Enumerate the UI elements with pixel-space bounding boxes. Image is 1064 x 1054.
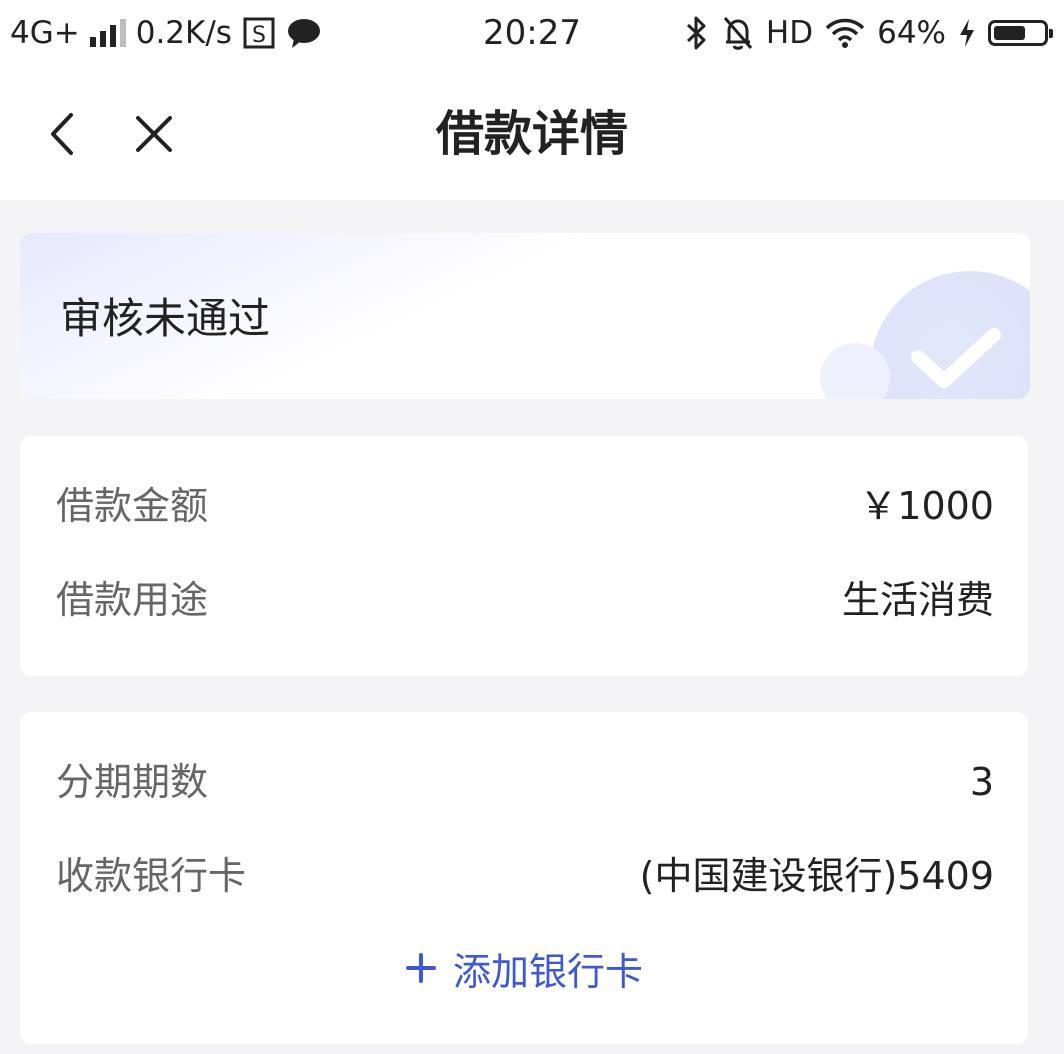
mute-bell-icon	[722, 15, 754, 51]
bank-card-value: (中国建设银行)5409	[639, 854, 994, 898]
installments-label: 分期期数	[56, 760, 209, 804]
page-title: 借款详情	[435, 106, 628, 162]
battery-fill	[994, 26, 1025, 40]
installments-value: 3	[969, 760, 994, 804]
add-bank-card-label: 添加银行卡	[452, 949, 643, 994]
battery-percentage: 64%	[877, 15, 946, 51]
hd-indicator: HD	[765, 15, 814, 51]
nav-bar: 借款详情	[0, 66, 1064, 200]
battery-icon	[988, 20, 1053, 46]
loan-amount-value: ￥1000	[859, 484, 994, 528]
review-status-text: 审核未通过	[60, 294, 271, 343]
loan-purpose-value: 生活消费	[841, 578, 994, 622]
bank-card-row: 收款银行卡 (中国建设银行)5409	[56, 848, 994, 904]
check-icon	[911, 328, 1001, 388]
installments-row: 分期期数 3	[56, 754, 994, 810]
bank-card-label: 收款银行卡	[56, 854, 247, 898]
bluetooth-icon	[684, 15, 710, 51]
loan-purpose-label: 借款用途	[56, 578, 209, 622]
loan-amount-label: 借款金额	[56, 484, 209, 528]
loan-purpose-row: 借款用途 生活消费	[56, 572, 994, 628]
wifi-icon	[825, 17, 865, 49]
loan-info-card: 借款金额 ￥1000 借款用途 生活消费	[20, 436, 1028, 676]
charging-icon	[958, 18, 976, 48]
status-bar: 4G+ 0.2K/s S 20:27 HD 64%	[0, 0, 1064, 66]
loan-amount-row: 借款金额 ￥1000	[56, 478, 994, 534]
status-bar-right: HD 64%	[684, 10, 1053, 56]
review-status-card: 审核未通过	[20, 233, 1030, 399]
repayment-info-card: 分期期数 3 收款银行卡 (中国建设银行)5409 添加银行卡	[20, 712, 1028, 1044]
plus-icon	[405, 953, 436, 983]
add-bank-card-button[interactable]: 添加银行卡	[20, 940, 1028, 996]
